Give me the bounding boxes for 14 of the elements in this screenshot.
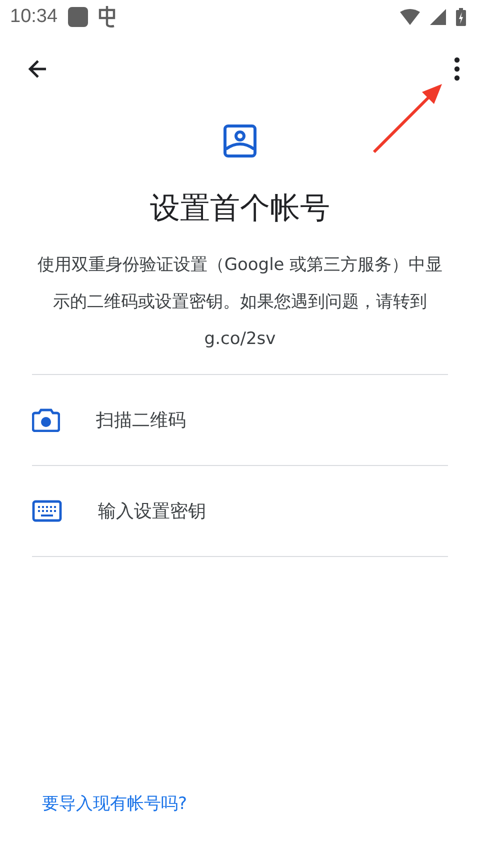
status-time: 10:34 [10,6,58,28]
import-accounts-link[interactable]: 要导入现有帐号吗? [42,794,188,814]
page-title: 设置首个帐号 [150,190,330,228]
camera-icon [32,408,60,432]
account-icon [223,124,257,158]
keyboard-icon [32,500,62,522]
description-text: 使用双重身份验证设置（Google 或第三方服务）中显示的二维码或设置密钥。如果您遇到问题，请转到 g.co/2sv [36,254,444,351]
option-item[interactable]: 扫描二维码 [32,375,448,466]
signal-icon [430,9,446,25]
app-notification-icon [68,7,88,27]
battery-icon [456,8,466,26]
wifi-icon [400,9,420,25]
more-vertical-icon [454,57,460,81]
option-item[interactable]: 输入设置密钥 [32,466,448,557]
